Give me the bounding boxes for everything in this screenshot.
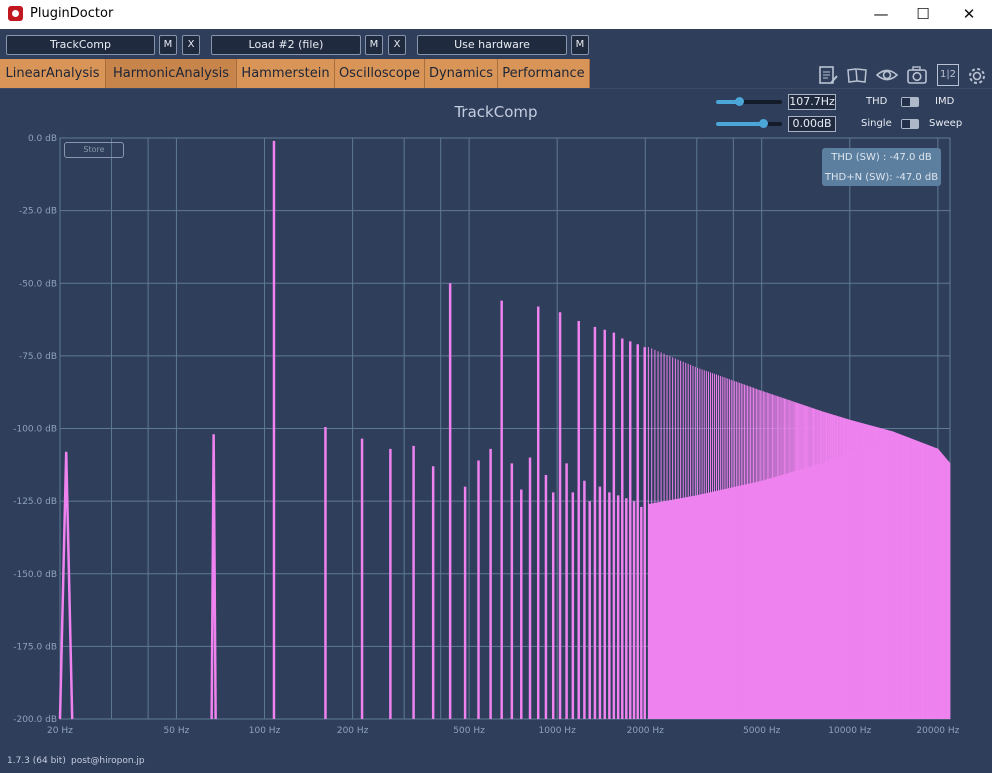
y-tick-label: -150.0 dB <box>13 570 57 580</box>
x-tick-label: 20 Hz <box>47 726 73 736</box>
y-tick-label: -100.0 dB <box>13 425 57 435</box>
x-tick-label: 200 Hz <box>337 726 369 736</box>
x-tick-label: 500 Hz <box>453 726 485 736</box>
y-tick-label: -200.0 dB <box>13 715 57 725</box>
thd-readout: THD (SW) : -47.0 dB <box>831 152 932 163</box>
thdn-readout: THD+N (SW): -47.0 dB <box>824 172 939 183</box>
thd-readout-box: THD (SW) : -47.0 dB THD+N (SW): -47.0 dB <box>822 148 941 186</box>
y-tick-label: 0.0 dB <box>28 134 57 144</box>
y-tick-label: -75.0 dB <box>19 352 57 362</box>
y-tick-label: -50.0 dB <box>19 279 57 289</box>
x-tick-label: 1000 Hz <box>539 726 577 736</box>
email-label: post@hiropon.jp <box>71 756 145 766</box>
x-tick-label: 2000 Hz <box>627 726 665 736</box>
harmonic-peak <box>210 434 217 720</box>
x-tick-label: 100 Hz <box>249 726 281 736</box>
store-button[interactable]: Store <box>64 142 124 158</box>
version-label: 1.7.3 (64 bit) <box>7 756 66 766</box>
harmonic-peak <box>58 451 74 720</box>
harmonic-spectrum-plot: 0.0 dB -25.0 dB -50.0 dB -75.0 dB -100.0 dB -… <box>13 134 959 736</box>
x-tick-label: 50 Hz <box>164 726 190 736</box>
y-tick-label: -125.0 dB <box>13 497 57 507</box>
y-tick-label: -25.0 dB <box>19 207 57 217</box>
x-tick-label: 5000 Hz <box>743 726 781 736</box>
x-tick-label: 10000 Hz <box>828 726 871 736</box>
x-tick-label: 20000 Hz <box>916 726 959 736</box>
y-tick-label: -175.0 dB <box>13 642 57 652</box>
